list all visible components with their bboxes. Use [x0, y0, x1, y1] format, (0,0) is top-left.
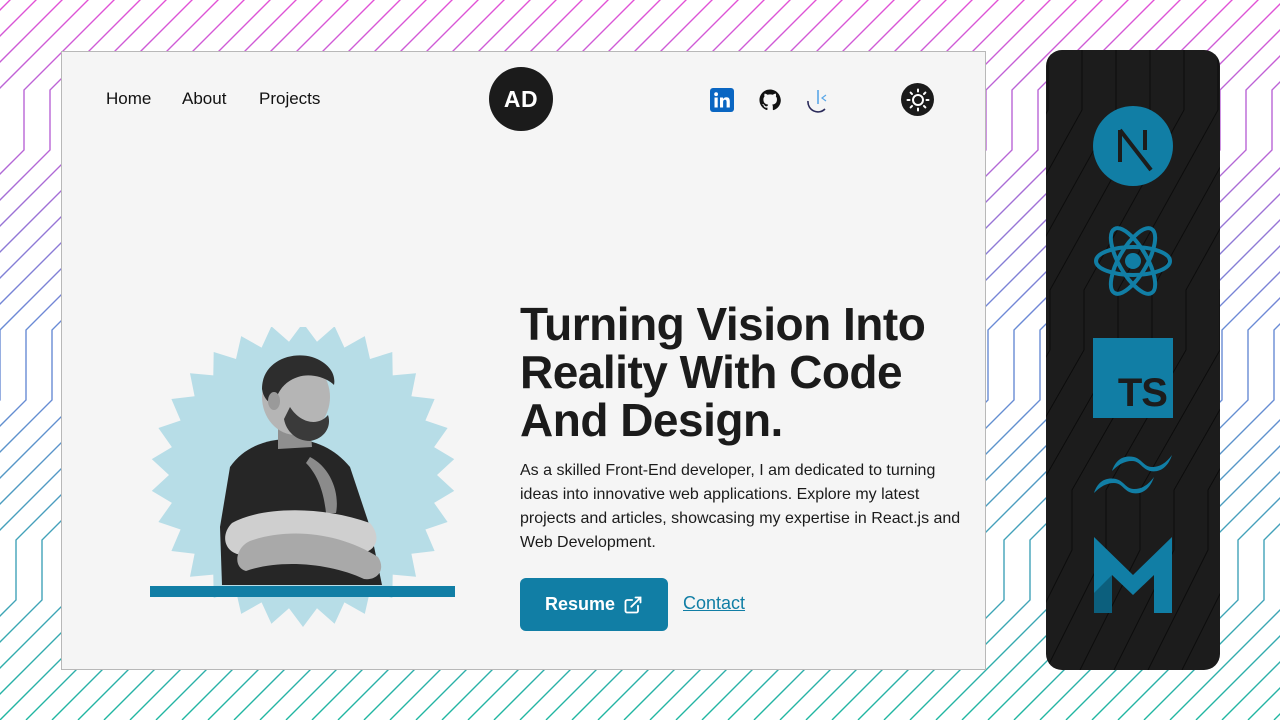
portrait-base-bar — [150, 586, 455, 597]
theme-toggle-button[interactable] — [901, 83, 934, 116]
tailwind-icon — [1092, 450, 1174, 500]
typescript-label: TS — [1117, 371, 1168, 415]
dev-icon[interactable] — [805, 87, 831, 113]
contact-link[interactable]: Contact — [683, 593, 745, 614]
mui-icon — [1092, 534, 1174, 616]
portfolio-window: Home About Projects AD Turning Vision In… — [61, 51, 986, 670]
nav-projects-link[interactable]: Projects — [259, 89, 320, 109]
hero-headline: Turning Vision Into Reality With Code An… — [520, 298, 926, 446]
nav-about-link[interactable]: About — [182, 89, 226, 109]
logo-badge[interactable]: AD — [489, 67, 553, 131]
react-icon — [1092, 221, 1174, 301]
profile-portrait — [150, 323, 456, 627]
nextjs-icon — [1092, 106, 1174, 186]
nav-home-link[interactable]: Home — [106, 89, 151, 109]
external-link-icon — [624, 596, 642, 613]
linkedin-icon[interactable] — [709, 87, 735, 113]
tech-stack-panel: TS — [1046, 50, 1220, 670]
sun-icon — [906, 88, 929, 111]
resume-label: Resume — [544, 594, 616, 614]
resume-button[interactable]: Resume — [520, 578, 668, 631]
hero-description: As a skilled Front-End developer, I am d… — [520, 462, 961, 551]
typescript-icon: TS — [1092, 338, 1174, 418]
github-icon[interactable] — [757, 87, 783, 113]
